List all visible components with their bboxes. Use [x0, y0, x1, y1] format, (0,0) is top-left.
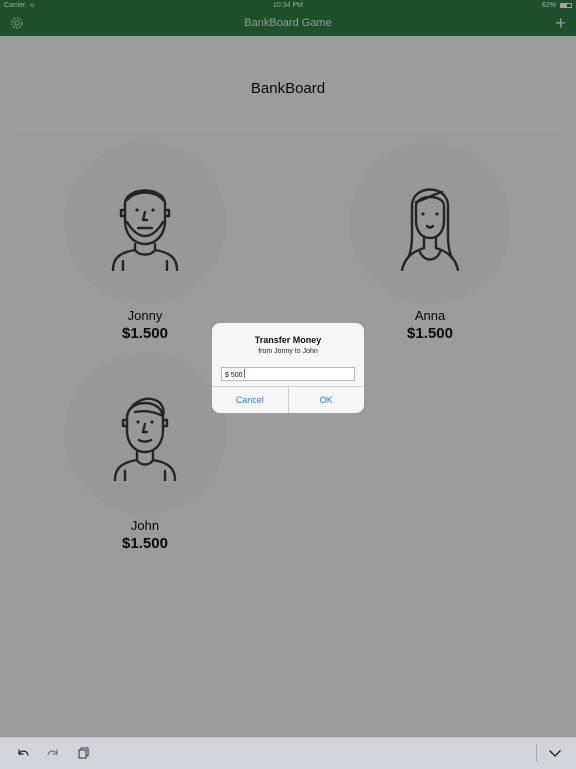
- amount-input-value: $ 500: [225, 372, 243, 379]
- redo-icon[interactable]: [46, 746, 60, 760]
- toolbar-divider: [536, 744, 537, 762]
- undo-icon[interactable]: [16, 746, 30, 760]
- keyboard-toolbar: [0, 737, 576, 769]
- dialog-title: Transfer Money: [254, 335, 322, 345]
- paste-icon[interactable]: [76, 746, 90, 760]
- transfer-money-dialog: Transfer Money from Jonny to John $ 500 …: [212, 323, 364, 413]
- dialog-message: from Jonny to John: [258, 348, 318, 355]
- ok-button[interactable]: OK: [289, 387, 365, 413]
- amount-input[interactable]: $ 500: [221, 367, 355, 381]
- dialog-button-row: Cancel OK: [212, 386, 364, 413]
- chevron-down-icon[interactable]: [548, 746, 562, 760]
- text-caret: [243, 369, 245, 378]
- cancel-button[interactable]: Cancel: [212, 387, 289, 413]
